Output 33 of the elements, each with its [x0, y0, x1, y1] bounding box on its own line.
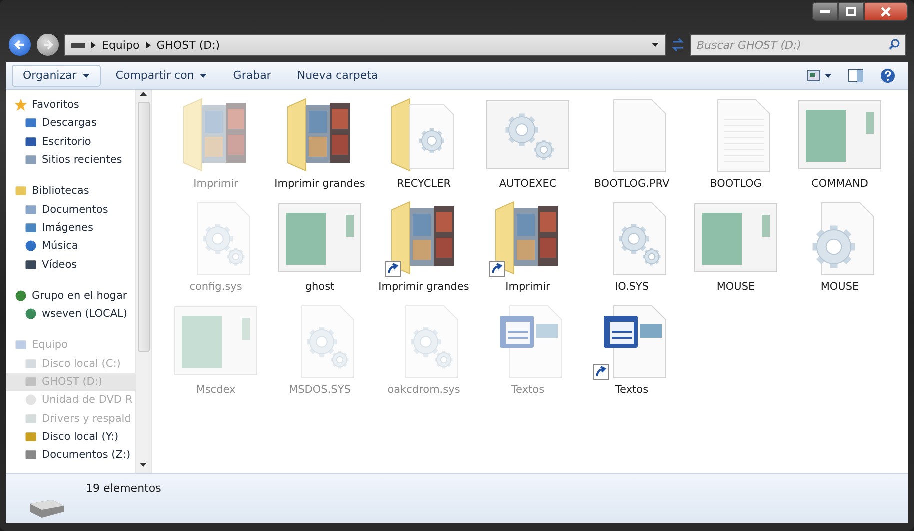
breadcrumb[interactable]: GHOST (D:) [156, 38, 220, 52]
nav-group[interactable]: Bibliotecas [6, 182, 135, 200]
file-name[interactable]: BOOTLOG [710, 178, 762, 190]
toolbar-button[interactable]: Organizar [12, 64, 101, 86]
nav-item[interactable]: Documentos [6, 200, 135, 219]
file-name[interactable]: ghost [305, 281, 335, 293]
breadcrumb[interactable]: Equipo [102, 38, 140, 52]
file-name[interactable]: Imprimir grandes [274, 178, 366, 190]
file-name[interactable]: MOUSE [716, 281, 756, 293]
file-name[interactable]: MOUSE [820, 281, 860, 293]
file-name[interactable]: Imprimir grandes [378, 281, 470, 293]
address-bar[interactable]: Equipo GHOST (D:) [64, 34, 666, 56]
file-name[interactable]: Textos [615, 384, 649, 396]
nav-group[interactable]: Grupo en el hogar [6, 286, 135, 305]
search-field[interactable]: Buscar GHOST (D:) [690, 34, 906, 56]
nav-item[interactable]: Vídeos [6, 255, 135, 274]
toolbar-button[interactable]: Nueva carpeta [286, 64, 390, 86]
nav-item[interactable]: Descargas [6, 114, 135, 133]
nav-item[interactable]: Sitios recientes [6, 150, 135, 170]
nav-item[interactable]: wseven (LOCAL) [6, 304, 135, 324]
file-name[interactable]: Imprimir [506, 281, 550, 293]
file-name[interactable]: AUTOEXEC [499, 178, 557, 190]
file-name[interactable]: IO.SYS [614, 281, 650, 293]
file-name[interactable]: RECYCLER [396, 178, 452, 190]
nav-item[interactable]: Música [6, 237, 135, 256]
file-name[interactable]: BOOTLOG.PRV [594, 178, 670, 190]
item-count: 19 elementos [86, 482, 162, 497]
toolbar-button[interactable]: Compartir con [104, 64, 218, 86]
nav-item[interactable]: Imágenes [6, 218, 135, 238]
toolbar-button[interactable]: Grabar [222, 64, 282, 86]
nav-group[interactable]: Favoritos [6, 96, 135, 114]
nav-item[interactable]: Escritorio [6, 132, 135, 151]
file-name[interactable]: COMMAND [812, 178, 868, 190]
